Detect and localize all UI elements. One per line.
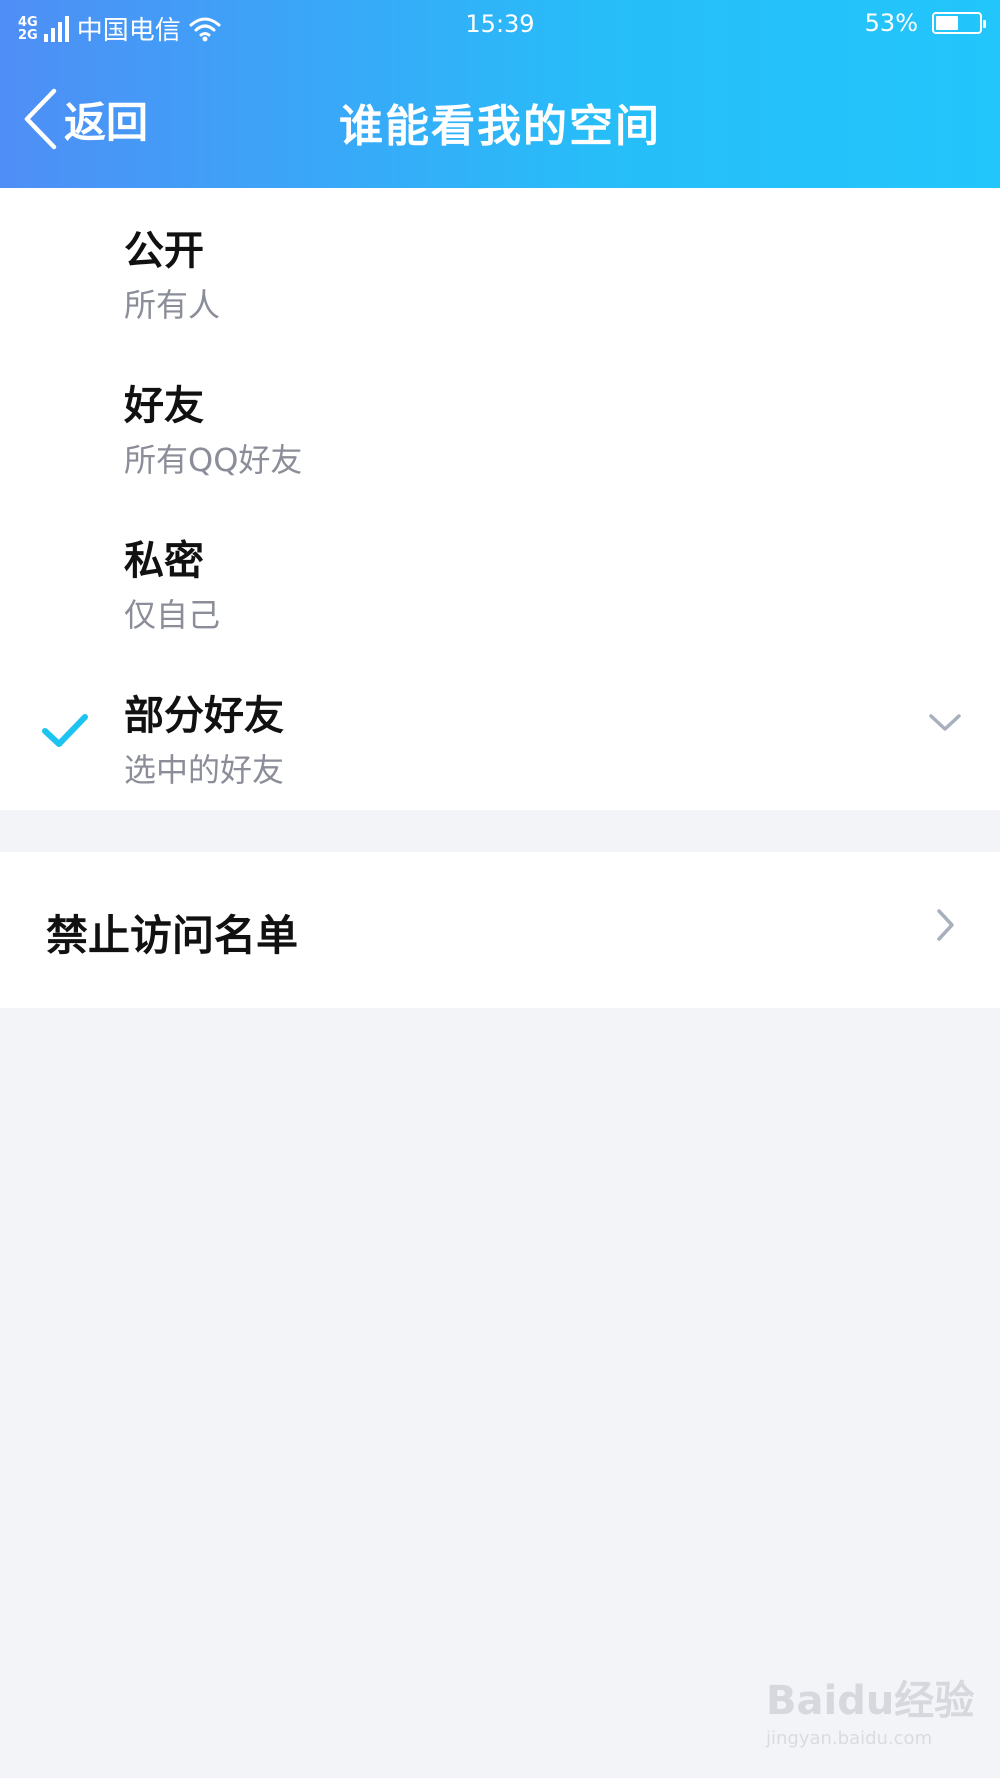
option-public[interactable]: 公开 所有人 (0, 188, 1000, 338)
blocked-list-row[interactable]: 禁止访问名单 (0, 852, 1000, 1008)
chevron-down-icon[interactable] (928, 713, 962, 733)
option-title: 公开 (124, 228, 204, 274)
baidu-watermark: Baidu经验 jingyan.baidu.com (766, 1668, 974, 1749)
visibility-options: 公开 所有人 好友 所有QQ好友 私密 仅自己 部分好友 选中的好友 (0, 188, 1000, 810)
status-right: 53% (864, 9, 986, 37)
option-subtitle: 所有人 (124, 286, 221, 324)
battery-fill (936, 16, 958, 30)
option-subtitle: 仅自己 (124, 596, 221, 634)
battery-icon (932, 12, 986, 34)
option-subtitle: 所有QQ好友 (124, 441, 303, 479)
status-time: 15:39 (465, 10, 535, 38)
checkmark-icon (42, 714, 88, 747)
chevron-right-icon (937, 909, 954, 941)
battery-percent: 53% (864, 9, 918, 37)
watermark-brand: Baidu经验 (766, 1678, 975, 1724)
status-bar: 4G 2G 中国电信 15:39 53% (0, 0, 1000, 50)
option-title: 部分好友 (124, 693, 284, 739)
option-subtitle: 选中的好友 (124, 751, 285, 789)
option-title: 私密 (124, 538, 204, 584)
app-header: 4G 2G 中国电信 15:39 53% 返回 谁能看我的空间 (0, 0, 1000, 188)
blocked-list-label: 禁止访问名单 (46, 911, 299, 960)
option-friends[interactable]: 好友 所有QQ好友 (0, 343, 1000, 493)
page-title: 谁能看我的空间 (339, 101, 661, 152)
option-title: 好友 (124, 383, 204, 429)
option-private[interactable]: 私密 仅自己 (0, 498, 1000, 648)
option-some-friends[interactable]: 部分好友 选中的好友 (0, 653, 1000, 803)
watermark-url: jingyan.baidu.com (766, 1728, 933, 1749)
